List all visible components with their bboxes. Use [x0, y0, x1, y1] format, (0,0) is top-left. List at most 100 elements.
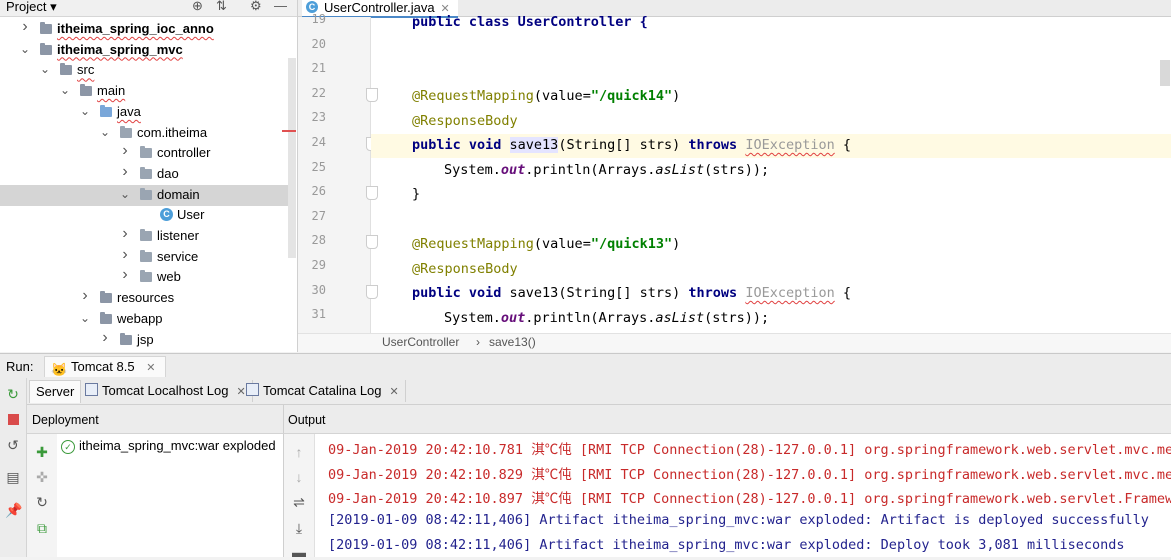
tree-item-java[interactable]: ⌄ java — [0, 102, 288, 123]
code-line-31[interactable]: System.out.println(Arrays.asList(strs)); — [444, 310, 769, 326]
static-method: asList — [655, 310, 705, 326]
project-view-dropdown[interactable]: Project ▾ — [6, 0, 57, 15]
tab-tomcat-localhost-log[interactable]: Tomcat Localhost Log ✕ — [79, 380, 253, 402]
annotation: @RequestMapping — [412, 88, 534, 104]
deployment-item[interactable]: ✓ itheima_spring_mvc:war exploded — [61, 438, 276, 454]
soft-wrap-icon[interactable]: ⇌ — [291, 494, 307, 510]
project-scrollbar[interactable] — [288, 58, 296, 258]
layout-icon[interactable]: ▤ — [5, 469, 21, 485]
hide-panel-icon[interactable]: — — [274, 0, 287, 13]
target-icon[interactable]: ⊕ — [192, 0, 203, 14]
string-literal: "/quick14" — [590, 88, 673, 104]
tree-item-itheima-spring-ioc-anno[interactable]: › itheima_spring_ioc_anno — [0, 18, 288, 40]
fold-marker-icon[interactable] — [366, 284, 378, 299]
line-number: 21 — [311, 61, 326, 76]
refresh-icon[interactable]: ↻ — [34, 494, 50, 510]
output-toolbar: ↑ ↓ ⇌ ⤓ ▬ — [284, 434, 315, 560]
line-number: 30 — [311, 282, 326, 297]
tree-item-web[interactable]: › web — [0, 266, 288, 288]
chevron-right-icon[interactable]: › — [120, 266, 130, 284]
editor-scrollbar[interactable] — [1160, 60, 1170, 86]
tab-label: Server — [36, 384, 75, 399]
tree-item-com-itheima[interactable]: ⌄ com.itheima — [0, 123, 288, 144]
scroll-to-end-icon[interactable]: ⤓ — [291, 520, 307, 536]
code-line-22[interactable]: @RequestMapping(value="/quick14") — [412, 88, 680, 104]
deploy-icon[interactable]: ✚ — [34, 444, 50, 460]
close-icon[interactable]: ✕ — [146, 362, 155, 374]
code-line-26[interactable]: } — [412, 186, 420, 202]
update-icon[interactable]: ↺ — [5, 437, 21, 453]
collapse-all-icon[interactable]: ⇅ — [216, 0, 227, 14]
print-icon[interactable]: ▬ — [291, 544, 307, 560]
module-folder-icon — [40, 22, 52, 34]
keyword: throws — [688, 137, 738, 153]
code-text: .println(Arrays. — [525, 162, 656, 178]
undeploy-icon[interactable]: ✜ — [34, 469, 50, 485]
arrow-down-icon[interactable]: ↓ — [291, 469, 307, 485]
arrow-up-icon[interactable]: ↑ — [291, 444, 307, 460]
line-number: 29 — [311, 258, 326, 272]
breadcrumb-method[interactable]: save13() — [489, 335, 536, 349]
tree-item-service[interactable]: › service — [0, 246, 288, 268]
tree-item-dao[interactable]: › dao — [0, 163, 288, 185]
tree-item-label: service — [157, 248, 199, 264]
code-text: (value= — [533, 236, 591, 252]
code-text: (String[] strs) — [558, 285, 681, 301]
chevron-right-icon[interactable]: › — [80, 287, 90, 305]
keyword: throws — [688, 285, 738, 301]
tree-item-src[interactable]: ⌄ src — [0, 60, 288, 81]
chevron-down-icon[interactable]: ⌄ — [40, 62, 50, 76]
chevron-right-icon[interactable]: › — [20, 18, 30, 36]
tree-item-domain[interactable]: ⌄ domain — [0, 184, 288, 206]
chevron-down-icon[interactable]: ⌄ — [120, 187, 130, 201]
chevron-right-icon[interactable]: › — [120, 142, 130, 160]
code-text: { — [834, 285, 851, 301]
tree-item-user[interactable]: C User — [0, 205, 288, 226]
tree-item-main[interactable]: ⌄ main — [0, 81, 288, 102]
fold-marker-icon[interactable] — [366, 186, 378, 201]
chevron-right-icon[interactable]: › — [100, 329, 110, 347]
stop-icon[interactable] — [5, 412, 21, 428]
code-line-28[interactable]: @RequestMapping(value="/quick13") — [412, 236, 680, 252]
tree-item-label: jsp — [137, 331, 154, 347]
code-line-30[interactable]: public void save13(String[] strs) throws… — [412, 285, 851, 301]
chevron-down-icon[interactable]: ⌄ — [80, 311, 90, 325]
rerun-icon[interactable]: ↻ — [5, 386, 21, 402]
fold-marker-icon[interactable] — [366, 87, 378, 102]
code-line-19[interactable]: public class UserController { — [412, 14, 648, 30]
log-line: 09-Jan-2019 20:42:10.897 淇℃伅 [RMI TCP Co… — [328, 491, 1171, 507]
run-config-tab[interactable]: 🐱 Tomcat 8.5 ✕ — [44, 356, 167, 377]
chevron-down-icon[interactable]: ⌄ — [20, 42, 30, 56]
tree-item-controller[interactable]: › controller — [0, 142, 288, 164]
deployment-header: Deployment — [27, 405, 284, 434]
pin-icon[interactable]: 📌 — [5, 502, 22, 518]
code-text: ) — [672, 236, 681, 252]
tree-item-jsp[interactable]: › jsp — [0, 329, 288, 351]
tab-server[interactable]: Server — [29, 380, 82, 403]
code-line-29[interactable]: @ResponseBody — [412, 261, 518, 277]
code-line-24[interactable]: public void save13(String[] strs) throws… — [412, 137, 851, 153]
code-line-25[interactable]: System.out.println(Arrays.asList(strs)); — [444, 162, 769, 178]
console-output[interactable]: 09-Jan-2019 20:42:10.781 淇℃伅 [RMI TCP Co… — [315, 434, 1171, 557]
tab-tomcat-catalina-log[interactable]: Tomcat Catalina Log ✕ — [240, 380, 406, 402]
tree-item-listener[interactable]: › listener — [0, 225, 288, 247]
fold-marker-icon[interactable] — [366, 235, 378, 250]
tree-item-label: webapp — [117, 310, 163, 326]
debug-deploy-icon[interactable]: ⧉ — [34, 520, 50, 536]
chevron-down-icon[interactable]: ⌄ — [80, 104, 90, 118]
chevron-down-icon[interactable]: ⌄ — [60, 83, 70, 97]
tree-item-label: listener — [157, 228, 199, 243]
tree-item-itheima-spring-mvc[interactable]: ⌄ itheima_spring_mvc — [0, 40, 288, 61]
chevron-right-icon[interactable]: › — [120, 225, 130, 243]
package-icon — [140, 166, 152, 179]
chevron-down-icon[interactable]: ⌄ — [100, 125, 110, 139]
breadcrumb-class[interactable]: UserController — [382, 335, 459, 349]
close-icon[interactable]: ✕ — [390, 386, 399, 398]
gear-icon[interactable]: ⚙ — [250, 0, 262, 14]
chevron-right-icon[interactable]: › — [120, 246, 130, 264]
tree-item-resources[interactable]: › resources — [0, 287, 288, 309]
line-number: 23 — [311, 110, 326, 125]
code-line-23[interactable]: @ResponseBody — [412, 113, 518, 129]
chevron-right-icon[interactable]: › — [120, 163, 130, 181]
tree-item-webapp[interactable]: ⌄ webapp — [0, 309, 288, 330]
